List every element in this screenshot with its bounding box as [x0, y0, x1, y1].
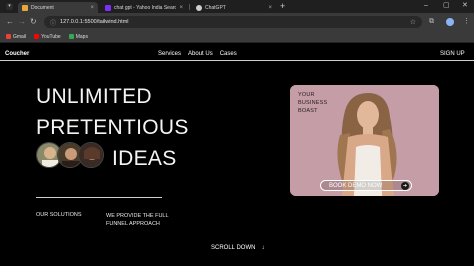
full-funnel-text: WE PROVIDE THE FULL FUNNEL APPROACH	[106, 213, 169, 227]
our-solutions-link[interactable]: OUR SOLUTIONS	[36, 212, 82, 218]
signup-link[interactable]: SIGN UP	[440, 51, 465, 57]
browser-toolbar: ← → ↻ ⓘ 127.0.0.1:5500/tailwind.html ☆ ⧉…	[0, 13, 474, 31]
youtube-icon	[34, 34, 40, 39]
bookmark-maps[interactable]: Maps	[68, 33, 88, 40]
tab-document[interactable]: Document ×	[18, 2, 98, 13]
arrow-right-icon: ➜	[401, 182, 409, 190]
tab-chatgpt[interactable]: ChatGPT ×	[192, 2, 276, 13]
bookmark-youtube[interactable]: YouTube	[34, 34, 61, 40]
tab-search-icon[interactable]: ▾	[6, 3, 13, 10]
url-text: 127.0.0.1:5500/tailwind.html	[60, 19, 129, 25]
nav-services[interactable]: Services	[158, 51, 181, 57]
bookmarks-bar: Gmail YouTube Maps	[0, 31, 474, 43]
avatar-group	[36, 142, 106, 168]
address-bar[interactable]: ⓘ 127.0.0.1:5500/tailwind.html ☆	[44, 16, 422, 28]
nav-cases[interactable]: Cases	[220, 51, 237, 57]
maps-icon	[68, 34, 74, 39]
brand-logo[interactable]: Coucher	[5, 51, 29, 57]
site-nav: Services About Us Cases	[158, 51, 237, 57]
headline-line-1: UNLIMITED	[36, 85, 152, 108]
book-demo-button[interactable]: BOOK DEMO NOW ➜	[320, 180, 412, 191]
yahoo-favicon-icon	[105, 4, 111, 11]
scroll-down-link[interactable]: SCROLL DOWN ↓	[211, 245, 264, 251]
minimize-icon[interactable]: –	[424, 1, 428, 11]
bookmark-label: Gmail	[13, 33, 27, 40]
reload-icon[interactable]: ↻	[30, 17, 37, 27]
headline-line-2: PRETENTIOUS	[36, 116, 189, 139]
card-tagline: YOUR BUSINESS BOAST	[298, 92, 328, 114]
tab-title: ChatGPT	[205, 4, 226, 11]
close-window-icon[interactable]: ✕	[462, 1, 468, 11]
bookmark-label: YouTube	[41, 33, 61, 40]
tab-divider	[189, 4, 190, 10]
tab-title: chat gpt - Yahoo India Search r	[114, 4, 177, 11]
browser-tabstrip: ▾ Document × chat gpt - Yahoo India Sear…	[0, 0, 474, 13]
menu-icon[interactable]: ⋮	[463, 17, 470, 27]
scroll-down-label: SCROLL DOWN	[211, 245, 256, 251]
avatar	[78, 142, 104, 168]
book-demo-label: BOOK DEMO NOW	[329, 182, 383, 189]
back-icon[interactable]: ←	[6, 17, 14, 27]
document-favicon-icon	[22, 4, 28, 11]
maximize-icon[interactable]: ▢	[443, 1, 450, 11]
headline-line-3: IDEAS	[112, 147, 177, 170]
close-tab-icon[interactable]: ×	[179, 5, 183, 11]
arrow-down-icon: ↓	[261, 245, 265, 251]
nav-about-us[interactable]: About Us	[188, 51, 213, 57]
gmail-icon	[6, 34, 11, 39]
forward-icon[interactable]: →	[18, 17, 26, 27]
bookmark-label: Maps	[75, 33, 88, 40]
header-divider	[0, 60, 474, 61]
close-tab-icon[interactable]: ×	[268, 5, 272, 11]
profile-avatar[interactable]	[446, 18, 454, 26]
new-tab-button[interactable]: +	[280, 2, 285, 11]
extensions-icon[interactable]: ⧉	[429, 17, 434, 27]
bookmark-gmail[interactable]: Gmail	[6, 34, 26, 40]
tab-title: Document	[31, 4, 54, 11]
section-divider	[36, 197, 162, 198]
site-info-icon[interactable]: ⓘ	[50, 18, 56, 27]
chatgpt-favicon-icon	[196, 4, 202, 11]
close-tab-icon[interactable]: ×	[90, 5, 94, 11]
tab-yahoo-search[interactable]: chat gpt - Yahoo India Search r ×	[101, 2, 187, 13]
bookmark-star-icon[interactable]: ☆	[410, 18, 416, 26]
